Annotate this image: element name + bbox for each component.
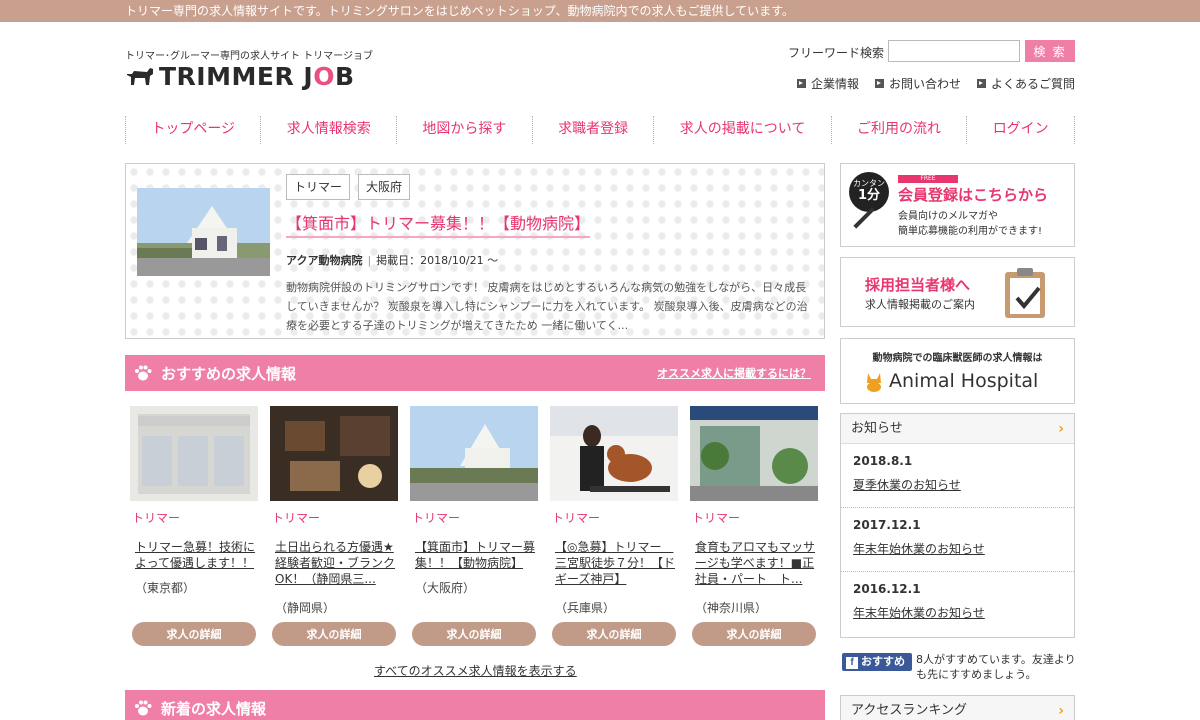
job-detail-button[interactable]: 求人の詳細 <box>272 622 396 646</box>
register-banner-sub: 会員向けのメルマガや 簡単応募機能の利用ができます! <box>898 211 1043 237</box>
util-link-company[interactable]: 企業情報 <box>796 75 859 92</box>
util-link-contact[interactable]: お問い合わせ <box>874 75 961 92</box>
job-card-location: （東京都） <box>135 581 196 595</box>
animal-hospital-banner[interactable]: 動物病院での臨床獣医師の求人情報は Animal Hospital <box>840 338 1075 404</box>
news-link[interactable]: 年末年始休業のお知らせ <box>853 540 1074 557</box>
nav-login[interactable]: ログイン <box>966 116 1076 144</box>
recommended-section-header: おすすめの求人情報 オススメ求人に掲載するには？ <box>125 355 825 391</box>
logo-tagline: トリマー･グルーマー専門の求人サイト トリマージョブ <box>125 51 373 62</box>
facebook-recommend-text: 8人がすすめています。友達よりも先にすすめましょう。 <box>916 653 1076 681</box>
utility-links: 企業情報 お問い合わせ よくあるご質問 <box>796 75 1075 92</box>
featured-job-description: 動物病院併設のトリミングサロンです！ 皮膚病をはじめとするいろんな病気の勉強をし… <box>286 281 808 332</box>
nav-posting[interactable]: 求人の掲載について <box>653 116 830 144</box>
one-minute-badge: カンタン 1分 <box>849 172 889 212</box>
news-heading[interactable]: お知らせ › <box>841 414 1074 444</box>
job-card: トリマー 【箕面市】トリマー募集！！【動物病院】 （大阪府） 求人の詳細 <box>410 406 540 646</box>
news-link[interactable]: 夏季休業のお知らせ <box>853 476 1074 493</box>
job-card-category: トリマー <box>552 511 601 525</box>
job-card-category: トリマー <box>272 511 321 525</box>
job-card-photo[interactable] <box>410 406 538 501</box>
recruiter-banner-title: 採用担当者様へ <box>865 276 971 294</box>
job-card-location: （大阪府） <box>415 581 476 595</box>
recruiter-banner[interactable]: 採用担当者様へ 求人情報掲載のご案内 <box>840 257 1075 327</box>
job-card: トリマー 土日出られる方優遇★経験者歓迎・ブランクOK！（静岡県三... （静岡… <box>270 406 400 646</box>
facebook-icon: f <box>846 657 858 669</box>
job-card-location: （兵庫県） <box>555 601 616 615</box>
recruiter-banner-sub: 求人情報掲載のご案内 <box>865 298 975 311</box>
all-recommended-link[interactable]: すべてのオススメ求人情報を表示する <box>374 662 577 679</box>
job-card: トリマー トリマー急募！技術によって優遇します！！ （東京都） 求人の詳細 <box>130 406 260 646</box>
paw-icon <box>135 365 152 381</box>
job-card-title[interactable]: 食育もアロマもマッサージも学べます！■正社員・パート ト... <box>695 539 821 587</box>
util-link-faq[interactable]: よくあるご質問 <box>976 75 1075 92</box>
nav-search[interactable]: 求人情報検索 <box>260 116 396 144</box>
tag-category[interactable]: トリマー <box>286 174 351 200</box>
nav-flow[interactable]: ご利用の流れ <box>830 116 967 144</box>
job-card-photo[interactable] <box>690 406 818 501</box>
nav-register[interactable]: 求職者登録 <box>531 116 654 144</box>
search-button[interactable]: 検 索 <box>1025 40 1075 62</box>
featured-job-title[interactable]: 【箕面市】トリマー募集！！【動物病院】 <box>286 210 591 238</box>
news-date: 2018.8.1 <box>853 454 913 468</box>
free-label: FREE <box>898 175 958 183</box>
arrow-icon <box>874 79 884 88</box>
facebook-recommend-button[interactable]: f おすすめ <box>842 653 912 671</box>
job-card: トリマー 食育もアロマもマッサージも学べます！■正社員・パート ト... （神奈… <box>690 406 820 646</box>
chevron-right-icon: › <box>1058 703 1064 719</box>
paw-icon <box>135 700 152 716</box>
job-card-category: トリマー <box>692 511 741 525</box>
job-card-photo[interactable] <box>270 406 398 501</box>
nav-top[interactable]: トップページ <box>125 116 260 144</box>
chevron-right-icon: › <box>1058 421 1064 437</box>
tag-prefecture[interactable]: 大阪府 <box>358 174 411 200</box>
clipboard-check-icon <box>1005 268 1045 318</box>
recommended-posting-link[interactable]: オススメ求人に掲載するには？ <box>657 365 811 381</box>
job-card-title[interactable]: 土日出られる方優遇★経験者歓迎・ブランクOK！（静岡県三... <box>275 539 401 587</box>
job-detail-button[interactable]: 求人の詳細 <box>132 622 256 646</box>
logo-text: TRIMMER JOB <box>159 61 355 91</box>
site-logo[interactable]: TRIMMER JOB <box>125 61 355 91</box>
job-card-category: トリマー <box>412 511 461 525</box>
job-card-category: トリマー <box>132 511 181 525</box>
featured-job-photo[interactable] <box>137 188 270 276</box>
recommended-cards: トリマー トリマー急募！技術によって優遇します！！ （東京都） 求人の詳細 トリ… <box>125 406 825 652</box>
new-jobs-title: 新着の求人情報 <box>161 699 267 718</box>
animal-hospital-title: Animal Hospital <box>863 369 1038 393</box>
job-card-photo[interactable] <box>550 406 678 501</box>
job-card-photo[interactable] <box>130 406 258 501</box>
featured-job-meta: アクア動物病院 | 掲載日：2018/10/21 ～ <box>286 254 499 267</box>
news-link[interactable]: 年末年始休業のお知らせ <box>853 604 1074 621</box>
global-nav: トップページ 求人情報検索 地図から探す 求職者登録 求人の掲載について ご利用… <box>125 116 1076 144</box>
dog-logo-icon <box>127 68 153 85</box>
new-jobs-section-header: 新着の求人情報 <box>125 690 825 720</box>
site-description-bar: トリマー専門の求人情報サイトです。トリミングサロンをはじめペットショップ、動物病… <box>0 0 1200 22</box>
news-date: 2017.12.1 <box>853 518 921 532</box>
job-card-title[interactable]: 【◎急募】トリマー 三宮駅徒歩７分！【ドギーズ神戸】 <box>555 539 681 587</box>
recommended-title: おすすめの求人情報 <box>161 364 297 383</box>
access-ranking-heading[interactable]: アクセスランキング › <box>840 695 1075 720</box>
news-item: 2016.12.1 年末年始休業のお知らせ <box>841 572 1074 636</box>
news-date: 2016.12.1 <box>853 582 921 596</box>
cat-icon <box>867 373 881 392</box>
search-label: フリーワード検索 <box>788 46 885 60</box>
animal-hospital-sub: 動物病院での臨床獣医師の求人情報は <box>872 353 1043 364</box>
arrow-icon <box>976 79 986 88</box>
search-input[interactable] <box>888 40 1020 62</box>
job-detail-button[interactable]: 求人の詳細 <box>412 622 536 646</box>
job-card-location: （神奈川県） <box>695 601 768 615</box>
nav-map[interactable]: 地図から探す <box>396 116 532 144</box>
arrow-icon <box>796 79 806 88</box>
news-box: お知らせ › 2018.8.1 夏季休業のお知らせ 2017.12.1 年末年始休… <box>840 413 1075 638</box>
featured-job: トリマー 大阪府 【箕面市】トリマー募集！！【動物病院】 アクア動物病院 | 掲載日… <box>125 163 825 339</box>
job-card: トリマー 【◎急募】トリマー 三宮駅徒歩７分！【ドギーズ神戸】 （兵庫県） 求人… <box>550 406 680 646</box>
job-detail-button[interactable]: 求人の詳細 <box>692 622 816 646</box>
job-detail-button[interactable]: 求人の詳細 <box>552 622 676 646</box>
member-register-banner[interactable]: カンタン 1分 FREE 会員登録はこちらから 会員向けのメルマガや 簡単応募機能の… <box>840 163 1075 247</box>
register-banner-title: 会員登録はこちらから <box>898 186 1049 204</box>
news-item: 2017.12.1 年末年始休業のお知らせ <box>841 508 1074 572</box>
job-card-location: （静岡県） <box>275 601 336 615</box>
news-item: 2018.8.1 夏季休業のお知らせ <box>841 444 1074 508</box>
